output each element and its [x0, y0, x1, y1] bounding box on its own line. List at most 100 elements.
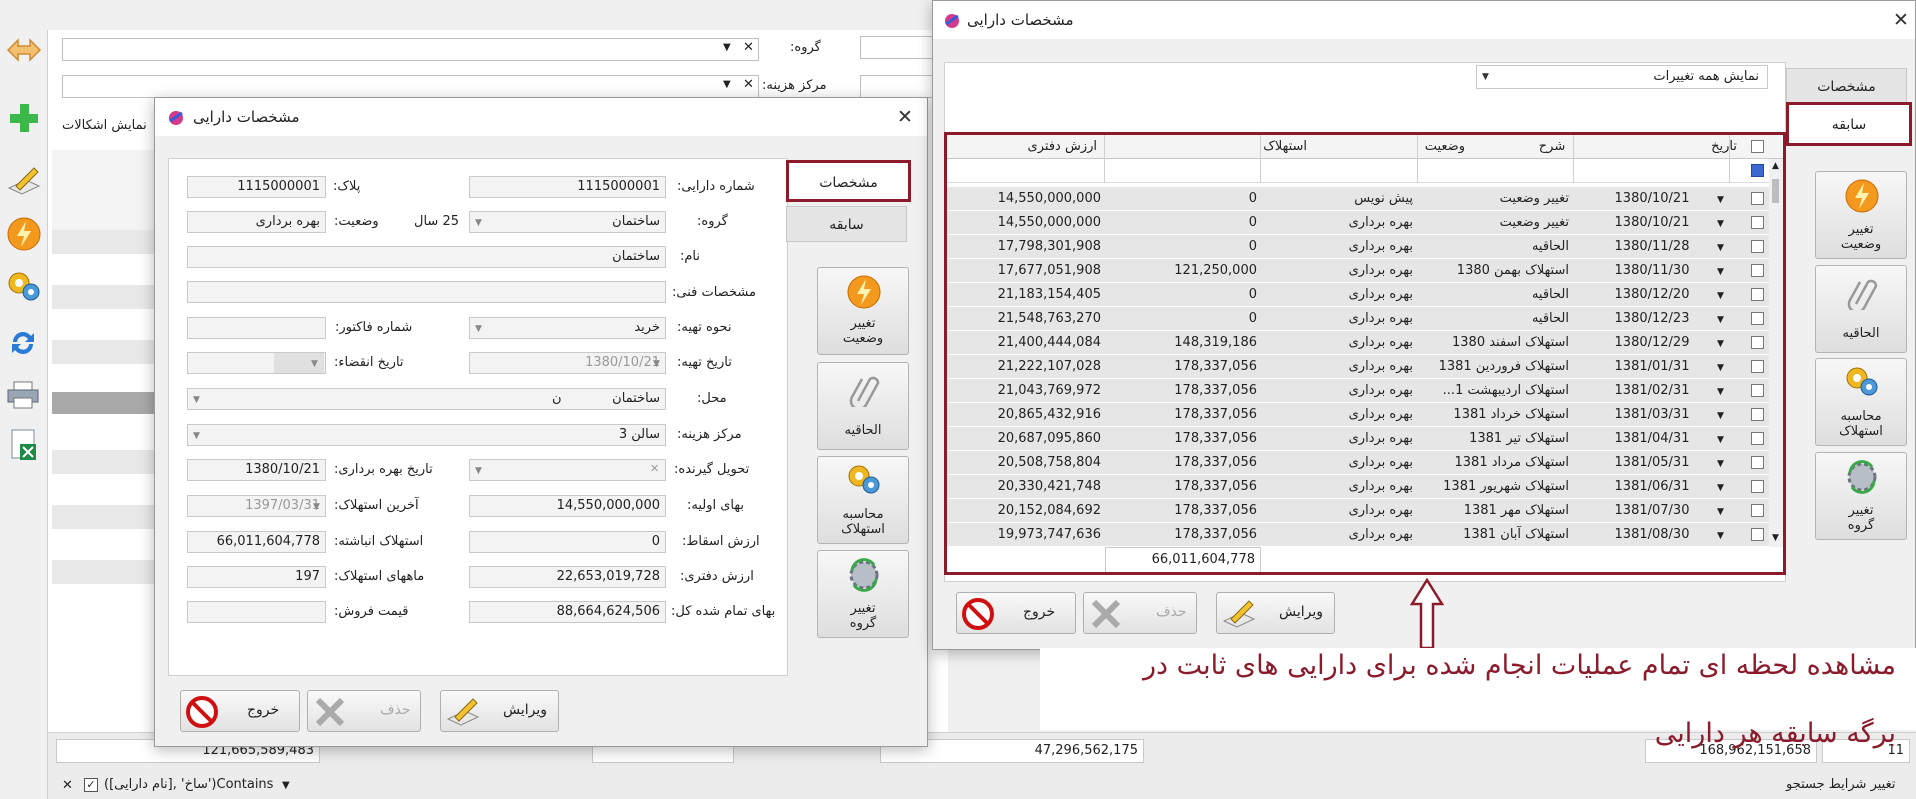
calculate-depreciation-button[interactable]: محاسبه استهلاک — [817, 456, 909, 544]
table-row[interactable]: 20,687,095,860 178,337,056 بهره برداری استه… — [947, 427, 1783, 451]
asset-number-field[interactable]: 1115000001 — [469, 176, 666, 198]
supply-method-field[interactable]: خرید — [469, 317, 666, 339]
dropdown-arrow-icon[interactable]: ▼ — [1717, 387, 1724, 397]
row-checkbox[interactable] — [1751, 240, 1764, 253]
cost-center-field[interactable]: سالن 3 — [187, 424, 666, 446]
filter-dropdown-icon[interactable]: ▼ — [282, 780, 290, 791]
dropdown-arrow-icon[interactable]: ▼ — [1717, 219, 1724, 229]
table-row[interactable]: 21,400,444,084 148,319,186 بهره برداری استه… — [947, 331, 1783, 355]
dropdown-arrow-icon[interactable]: ▼ — [1717, 363, 1724, 373]
row-checkbox[interactable] — [1751, 408, 1764, 421]
dropdown-arrow-icon[interactable]: ▼ — [1717, 291, 1724, 301]
book-value-field[interactable]: 22,653,019,728 — [469, 566, 666, 588]
scroll-up-icon[interactable]: ▲ — [1772, 161, 1779, 171]
dropdown-arrow-icon[interactable]: ▼ — [723, 42, 731, 53]
clear-icon[interactable]: ✕ — [743, 77, 754, 92]
group-combo[interactable]: ▼ ✕ — [62, 38, 759, 61]
filter-clear-icon[interactable]: ✕ — [62, 778, 73, 793]
invoice-number-field[interactable] — [187, 317, 326, 339]
filter-checkbox[interactable]: ✓ — [84, 778, 98, 792]
operation-date-field[interactable]: 1380/10/21 — [187, 459, 326, 481]
dropdown-arrow-icon[interactable]: ▼ — [313, 502, 320, 512]
dropdown-arrow-icon[interactable]: ▼ — [1717, 435, 1724, 445]
initial-price-field[interactable]: 14,550,000,000 — [469, 495, 666, 517]
tab-details[interactable]: مشخصات — [1786, 68, 1907, 104]
dropdown-arrow-icon[interactable]: ▼ — [1717, 339, 1724, 349]
history-filter-dropdown[interactable]: نمایش همه تغییرات — [1476, 65, 1768, 89]
change-status-button[interactable]: تغییر وضعیت — [1815, 171, 1907, 259]
exit-button[interactable]: خروج — [180, 690, 300, 732]
location-field[interactable]: ساختمان — [187, 388, 666, 410]
dropdown-arrow-icon[interactable]: ▼ — [193, 395, 200, 405]
status-field[interactable]: بهره برداری — [187, 211, 326, 233]
scroll-down-icon[interactable]: ▼ — [1772, 533, 1779, 543]
dropdown-arrow-icon[interactable]: ▼ — [1717, 459, 1724, 469]
change-group-button[interactable]: تغییر گروه — [817, 550, 909, 638]
gears-icon[interactable] — [6, 270, 42, 302]
cost-center-value-box[interactable] — [860, 75, 940, 98]
table-row[interactable]: 20,152,084,692 178,337,056 بهره برداری استه… — [947, 499, 1783, 523]
row-checkbox[interactable] — [1751, 384, 1764, 397]
table-row[interactable]: 19,973,747,636 178,337,056 بهره برداری استه… — [947, 523, 1783, 547]
cost-center-combo[interactable]: ▼ ✕ — [62, 75, 759, 98]
grid-scrollbar[interactable]: ▲ ▼ — [1769, 159, 1783, 547]
table-row[interactable]: 14,550,000,000 0 پیش نویس تغییر وضعیت 1380/1… — [947, 187, 1783, 211]
dropdown-arrow-icon[interactable]: ▼ — [1717, 411, 1724, 421]
dropdown-arrow-icon[interactable]: ▼ — [475, 218, 482, 228]
dropdown-arrow-icon[interactable]: ▼ — [1717, 531, 1724, 541]
row-checkbox[interactable] — [1751, 312, 1764, 325]
dropdown-arrow-icon[interactable]: ▼ — [1482, 72, 1489, 82]
delete-button[interactable]: حذف — [1083, 592, 1197, 634]
dropdown-arrow-icon[interactable]: ▼ — [193, 431, 200, 441]
table-row[interactable]: 21,043,769,972 178,337,056 بهره برداری استه… — [947, 379, 1783, 403]
table-row[interactable]: 14,550,000,000 0 بهره برداری تغییر وضعیت 138… — [947, 211, 1783, 235]
exchange-arrows-icon[interactable] — [6, 36, 42, 64]
edit-button[interactable]: ویرایش — [440, 690, 559, 732]
row-checkbox[interactable] — [1751, 216, 1764, 229]
plaque-field[interactable]: 1115000001 — [187, 176, 326, 198]
change-search-link[interactable]: تغییر شرایط جستجو — [1786, 777, 1895, 792]
close-icon[interactable]: ✕ — [1893, 9, 1909, 31]
technical-specs-field[interactable] — [187, 281, 666, 303]
row-checkbox[interactable] — [1751, 480, 1764, 493]
print-icon[interactable] — [6, 380, 40, 410]
date-picker-button[interactable]: ▼ — [274, 353, 324, 373]
attachment-button[interactable]: الحاقیه — [817, 362, 909, 450]
tab-history[interactable]: سابقه — [1786, 102, 1912, 146]
attachment-button[interactable]: الحاقیه — [1815, 265, 1907, 353]
row-checkbox[interactable] — [1751, 504, 1764, 517]
group-value-box[interactable] — [860, 36, 940, 59]
clear-icon[interactable]: ✕ — [743, 40, 754, 55]
table-row[interactable]: 17,677,051,908 121,250,000 بهره برداری استه… — [947, 259, 1783, 283]
edit-icon[interactable] — [6, 164, 42, 198]
change-status-button[interactable]: تغییر وضعیت — [817, 267, 909, 355]
filter-row-icon[interactable] — [1751, 164, 1764, 177]
tab-details[interactable]: مشخصات — [786, 160, 911, 202]
exit-button[interactable]: خروج — [956, 592, 1076, 634]
dropdown-arrow-icon[interactable]: ▼ — [653, 359, 660, 369]
receiver-field[interactable] — [469, 459, 666, 481]
dropdown-arrow-icon[interactable]: ▼ — [723, 79, 731, 90]
select-all-checkbox[interactable] — [1751, 140, 1764, 153]
row-checkbox[interactable] — [1751, 336, 1764, 349]
table-row[interactable]: 21,183,154,405 0 بهره برداری الحاقیه 1380/12… — [947, 283, 1783, 307]
row-checkbox[interactable] — [1751, 528, 1764, 541]
dropdown-arrow-icon[interactable]: ▼ — [1717, 507, 1724, 517]
calculate-depreciation-button[interactable]: محاسبه استهلاک — [1815, 358, 1907, 446]
column-header-description[interactable]: شرح — [1477, 135, 1627, 159]
close-icon[interactable]: ✕ — [897, 106, 913, 128]
excel-export-icon[interactable] — [8, 428, 40, 462]
table-row[interactable]: 21,548,763,270 0 بهره برداری الحاقیه 1380/12… — [947, 307, 1783, 331]
row-checkbox[interactable] — [1751, 432, 1764, 445]
grid-filter-row[interactable] — [947, 159, 1783, 183]
scroll-thumb[interactable] — [1772, 179, 1779, 203]
name-field[interactable]: ساختمان — [187, 246, 666, 268]
dropdown-arrow-icon[interactable]: ▼ — [1717, 315, 1724, 325]
row-checkbox[interactable] — [1751, 456, 1764, 469]
column-header-status[interactable]: وضعیت — [1325, 135, 1465, 159]
accumulated-depreciation-field[interactable]: 66,011,604,778 — [187, 531, 326, 553]
salvage-value-field[interactable]: 0 — [469, 531, 666, 553]
dropdown-arrow-icon[interactable]: ▼ — [1717, 243, 1724, 253]
column-header-depreciation[interactable]: استهلاک — [1167, 135, 1307, 159]
table-row[interactable]: 20,330,421,748 178,337,056 بهره برداری استه… — [947, 475, 1783, 499]
